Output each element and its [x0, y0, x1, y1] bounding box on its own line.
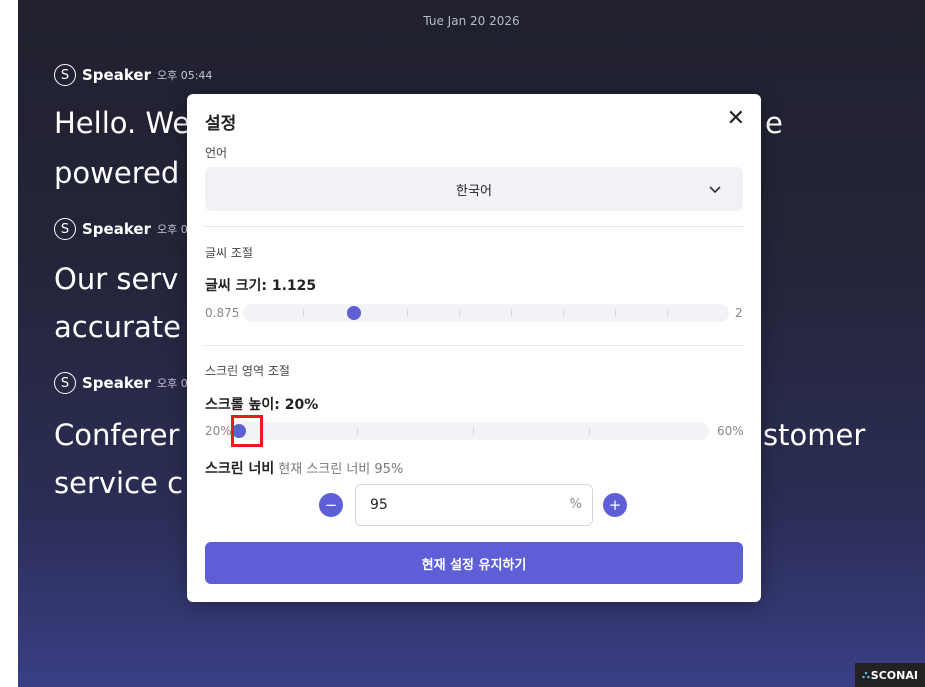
speaker-name: Speaker: [82, 374, 151, 392]
language-selected-value: 한국어: [456, 183, 492, 199]
close-icon[interactable]: ✕: [727, 106, 745, 131]
slider-tick: [459, 309, 460, 317]
settings-dialog: 설정 ✕ 언어 한국어 글씨 조절 글씨 크기: 1.125 0.875 2 스…: [187, 94, 761, 602]
avatar: S: [54, 218, 76, 240]
font-min-label: 0.875: [205, 306, 240, 320]
logo-mark-icon: ⛬: [862, 668, 870, 681]
slider-tick: [563, 309, 564, 317]
slider-tick: [303, 309, 304, 317]
screen-width-label: 스크린 너비 현재 스크린 너비 95%: [205, 458, 403, 478]
speaker-row: S Speaker 오후 0: [54, 372, 188, 394]
speaker-name: Speaker: [82, 220, 151, 238]
speaker-row: S Speaker 오후 05:44: [54, 64, 212, 86]
chevron-down-icon: [709, 186, 721, 194]
scroll-height-slider[interactable]: [232, 422, 709, 440]
screen-width-hint: 현재 스크린 너비 95%: [278, 462, 404, 477]
divider: [205, 226, 743, 227]
slider-tick: [615, 309, 616, 317]
font-size-slider[interactable]: [243, 304, 729, 322]
caption-line: service c: [54, 466, 184, 500]
speaker-row: S Speaker 오후 0: [54, 218, 188, 240]
avatar: S: [54, 372, 76, 394]
scroll-height-label: 스크롤 높이: 20%: [205, 397, 319, 413]
caption-line: accurate: [54, 310, 181, 344]
scroll-min-label: 20%: [205, 424, 232, 438]
caption-line: Our serv: [54, 262, 179, 296]
screen-width-unit: %: [569, 497, 582, 512]
caption-line: powered: [54, 156, 180, 190]
language-select[interactable]: 한국어: [205, 167, 743, 211]
speaker-name: Speaker: [82, 66, 151, 84]
avatar: S: [54, 64, 76, 86]
language-label: 언어: [205, 146, 228, 160]
increase-width-button[interactable]: +: [603, 493, 627, 517]
slider-tick: [589, 427, 590, 435]
screen-width-title: 스크린 너비: [205, 461, 275, 477]
decrease-width-button[interactable]: −: [319, 493, 343, 517]
dialog-title: 설정: [205, 114, 237, 134]
speaker-time: 오후 0: [156, 223, 188, 236]
speaker-time: 오후 05:44: [156, 69, 213, 82]
focus-highlight: [231, 415, 263, 447]
caption-line-tail: e: [765, 106, 783, 140]
screen-width-input[interactable]: 95 %: [355, 484, 593, 526]
screen-section-heading: 스크린 영역 조절: [205, 364, 290, 378]
brand-logo: ⛬ SCONAI: [855, 663, 925, 687]
date-label: Tue Jan 20 2026: [423, 14, 520, 28]
slider-tick: [407, 309, 408, 317]
font-section-heading: 글씨 조절: [205, 246, 253, 260]
slider-tick: [357, 427, 358, 435]
font-size-label: 글씨 크기: 1.125: [205, 278, 317, 294]
font-max-label: 2: [735, 306, 743, 320]
slider-tick: [511, 309, 512, 317]
slider-tick: [667, 309, 668, 317]
slider-thumb[interactable]: [347, 306, 361, 320]
divider: [205, 345, 743, 346]
speaker-time: 오후 0: [156, 377, 188, 390]
caption-line: Hello. We: [54, 106, 191, 140]
caption-line: Conferer: [54, 418, 180, 452]
scroll-max-label: 60%: [717, 424, 744, 438]
caption-line-tail: stomer: [763, 418, 866, 452]
logo-text: SCONAI: [870, 668, 918, 682]
screen-width-value: 95: [370, 497, 388, 513]
slider-tick: [473, 427, 474, 435]
keep-settings-button[interactable]: 현재 설정 유지하기: [205, 542, 743, 584]
